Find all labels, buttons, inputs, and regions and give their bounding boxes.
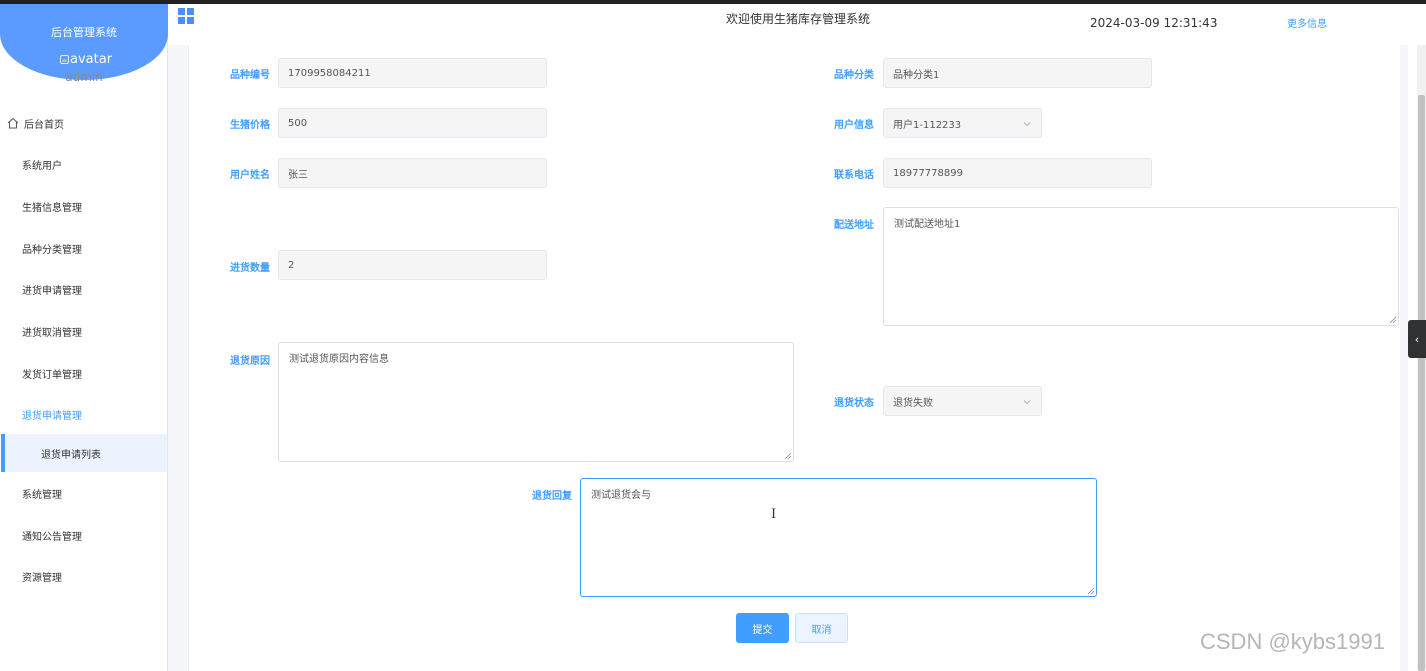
sidebar-item-label: 品种分类管理 (22, 244, 82, 256)
sidebar-item-return-list[interactable]: 退货申请列表 (1, 434, 167, 472)
resize-handle-icon[interactable] (1389, 316, 1397, 324)
delivery-address-label: 配送地址 (834, 220, 874, 231)
breed-no-label: 品种编号 (230, 70, 270, 81)
sidebar-item-shipping-orders[interactable]: 发货订单管理 (0, 354, 167, 392)
top-strip (0, 0, 168, 4)
sidebar-item-home[interactable]: 后台首页 (0, 104, 167, 142)
pig-price-label: 生猪价格 (230, 120, 270, 131)
broken-image-icon (60, 55, 69, 64)
chevron-down-icon (1023, 122, 1031, 127)
sidebar-item-label: 发货订单管理 (22, 369, 82, 381)
resize-handle-icon[interactable] (784, 452, 792, 460)
sidebar-item-pig-info[interactable]: 生猪信息管理 (0, 187, 167, 225)
avatar: avatar (60, 52, 112, 67)
return-status-value: 退货失败 (893, 397, 933, 409)
return-reason-textarea[interactable]: 测试退货原因内容信息 (278, 342, 794, 462)
text-cursor-icon: I (771, 507, 777, 522)
phone-label: 联系电话 (834, 170, 874, 181)
avatar-alt-text: avatar (70, 52, 113, 67)
sidebar-item-label: 通知公告管理 (22, 531, 82, 543)
sidebar-header: 后台管理系统 (0, 4, 168, 80)
breed-category-label: 品种分类 (834, 70, 874, 81)
sidebar-item-label: 后台首页 (24, 119, 64, 131)
user-name-field[interactable]: 张三 (278, 158, 547, 188)
sidebar-item-purchase-cancel[interactable]: 进货取消管理 (0, 312, 167, 350)
sidebar-item-purchase-request[interactable]: 进货申请管理 (0, 270, 167, 308)
top-strip-right (168, 0, 1426, 4)
sidebar-item-system-management[interactable]: 系统管理 (0, 474, 167, 512)
return-reason-value: 测试退货原因内容信息 (289, 354, 389, 365)
sidebar-item-label: 退货申请管理 (22, 410, 82, 422)
scrollbar[interactable] (1417, 45, 1426, 671)
sidebar-item-resources[interactable]: 资源管理 (0, 557, 167, 595)
scrollbar-thumb[interactable] (1418, 95, 1425, 671)
breed-no-field[interactable]: 1709958084211 (278, 58, 547, 88)
chevron-left-icon: ‹ (1414, 332, 1420, 346)
collapse-tab[interactable]: ‹ (1408, 320, 1426, 358)
more-info-link[interactable]: 更多信息 (1287, 15, 1327, 30)
menu-grid-icon[interactable] (178, 8, 194, 24)
return-reply-value: 测试退货会与 (591, 490, 651, 501)
sidebar-item-breed-category[interactable]: 品种分类管理 (0, 229, 167, 267)
user-info-select[interactable]: 用户1-112233 (883, 108, 1042, 138)
return-status-label: 退货状态 (834, 398, 874, 409)
user-name-label: 用户姓名 (230, 170, 270, 181)
watermark: CSDN @kybs1991 (1200, 629, 1385, 654)
sidebar-item-system-users[interactable]: 系统用户 (0, 145, 167, 183)
return-reply-label: 退货回复 (532, 491, 572, 502)
chevron-down-icon (1023, 400, 1031, 405)
user-info-label: 用户信息 (834, 120, 874, 131)
delivery-address-textarea[interactable]: 测试配送地址1 (883, 207, 1399, 326)
return-reason-label: 退货原因 (230, 356, 270, 367)
username: admin (65, 70, 103, 84)
sidebar-item-label: 退货申请列表 (41, 449, 101, 461)
user-info-value: 用户1-112233 (893, 119, 962, 131)
purchase-qty-label: 进货数量 (230, 263, 270, 274)
delivery-address-value: 测试配送地址1 (894, 219, 961, 230)
phone-field[interactable]: 18977778899 (883, 158, 1152, 188)
sidebar-item-notices[interactable]: 通知公告管理 (0, 516, 167, 554)
sidebar: 后台管理系统 avatar admin 后台首页 系统用户 生猪信息管理 品种分… (0, 0, 168, 671)
purchase-qty-field[interactable]: 2 (278, 250, 547, 280)
sidebar-item-label: 进货申请管理 (22, 285, 82, 297)
sidebar-item-label: 进货取消管理 (22, 327, 82, 339)
sidebar-item-label: 生猪信息管理 (22, 202, 82, 214)
brand-title: 后台管理系统 (51, 26, 117, 39)
home-icon (7, 117, 19, 129)
return-status-select[interactable]: 退货失败 (883, 386, 1042, 416)
sidebar-item-label: 资源管理 (22, 572, 62, 584)
sidebar-item-label: 系统管理 (22, 489, 62, 501)
cancel-button[interactable]: 取消 (795, 613, 848, 643)
sidebar-item-label: 系统用户 (22, 160, 62, 172)
pig-price-field[interactable]: 500 (278, 108, 547, 138)
resize-handle-icon[interactable] (1087, 587, 1095, 595)
breed-category-field[interactable]: 品种分类1 (883, 58, 1152, 88)
sidebar-item-return-request[interactable]: 退货申请管理 (0, 395, 167, 433)
page-title: 欢迎使用生猪库存管理系统 (726, 12, 871, 26)
submit-button[interactable]: 提交 (736, 613, 789, 643)
current-datetime: 2024-03-09 12:31:43 (1090, 16, 1218, 30)
return-reply-textarea[interactable]: 测试退货会与 (580, 478, 1097, 597)
